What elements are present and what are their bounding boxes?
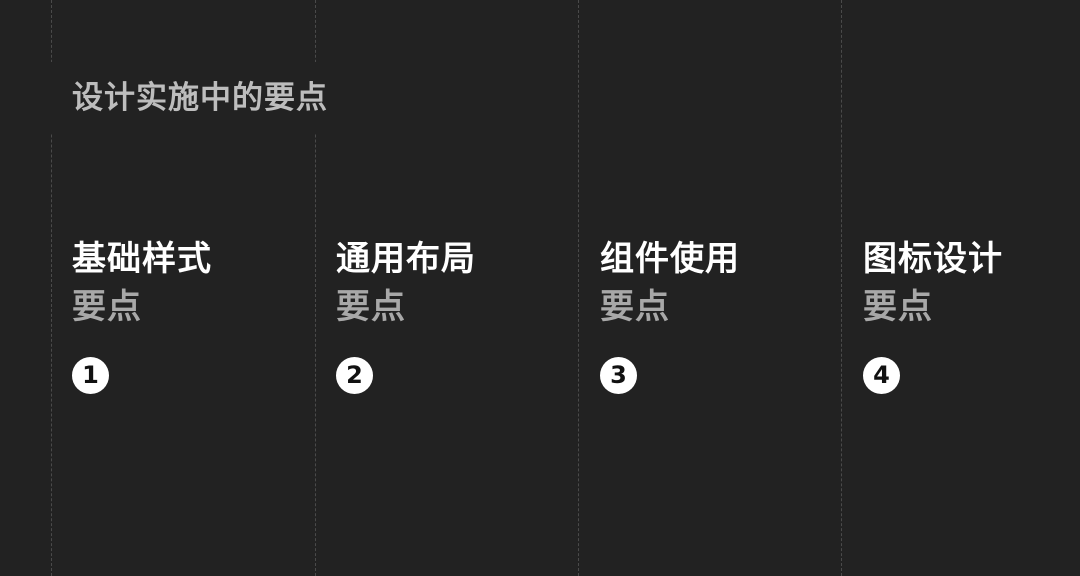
column-title: 组件使用	[600, 239, 740, 279]
number-badge: 3	[600, 357, 637, 394]
column-basic-styles: 基础样式 要点 1	[72, 236, 312, 406]
column-subtitle: 要点	[863, 287, 933, 327]
number-badge: 1	[72, 357, 109, 394]
column-title: 通用布局	[336, 239, 476, 279]
column-subtitle: 要点	[600, 287, 670, 327]
column-title: 图标设计	[863, 239, 1003, 279]
number-badge: 4	[863, 357, 900, 394]
column-subtitle: 要点	[336, 287, 406, 327]
column-guide-line	[841, 0, 842, 576]
column-title: 基础样式	[72, 239, 212, 279]
column-guide-line	[578, 0, 579, 576]
page-title: 设计实施中的要点	[72, 80, 328, 116]
column-icon-design: 图标设计 要点 4	[863, 236, 1080, 406]
number-badge: 2	[336, 357, 373, 394]
column-component-usage: 组件使用 要点 3	[600, 236, 840, 406]
column-common-layout: 通用布局 要点 2	[336, 236, 576, 406]
column-subtitle: 要点	[72, 287, 142, 327]
